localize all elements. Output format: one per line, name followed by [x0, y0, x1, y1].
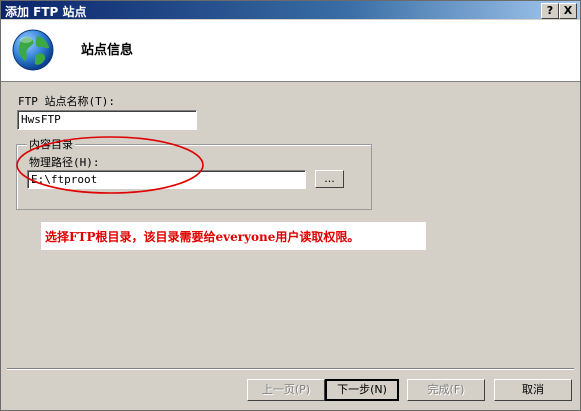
wizard-header: 站点信息	[1, 20, 580, 82]
globe-icon	[12, 29, 54, 71]
site-name-input[interactable]: HwsFTP	[17, 110, 197, 130]
highlight-ellipse	[16, 136, 204, 194]
cancel-button[interactable]: 取消	[494, 379, 572, 401]
site-name-label: FTP 站点名称(T):	[18, 95, 115, 108]
browse-button[interactable]: ...	[315, 170, 344, 188]
annotation-box: 选择FTP根目录，该目录需要给everyone用户读取权限。	[41, 222, 426, 250]
next-button[interactable]: 下一步(N)	[325, 379, 399, 401]
finish-button[interactable]: 完成(F)	[407, 379, 485, 401]
window-title: 添加 FTP 站点	[5, 5, 87, 19]
button-divider	[7, 368, 574, 370]
help-button[interactable]: ?	[541, 3, 559, 19]
title-bar: 添加 FTP 站点 ? X	[1, 1, 580, 19]
close-button[interactable]: X	[559, 3, 577, 19]
annotation-text: 选择FTP根目录，该目录需要给everyone用户读取权限。	[45, 230, 360, 244]
header-title: 站点信息	[81, 43, 134, 58]
prev-button[interactable]: 上一页(P)	[247, 379, 325, 401]
add-ftp-site-dialog: 添加 FTP 站点 ? X 站点信息 FTP 站点名称(T): HwsFTP 内…	[0, 0, 581, 411]
